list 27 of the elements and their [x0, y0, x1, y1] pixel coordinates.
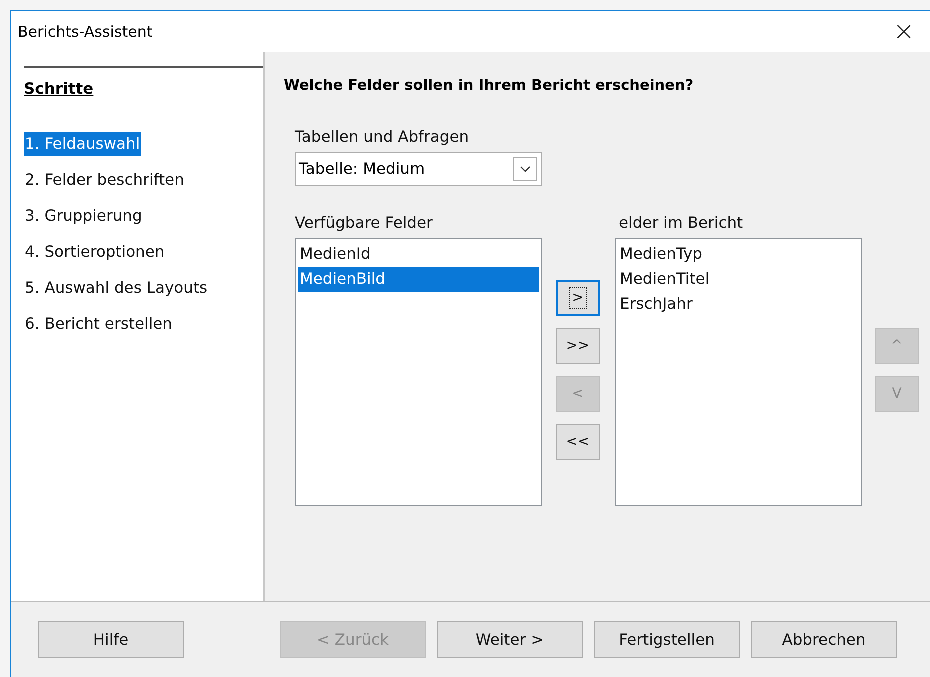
page-heading: Welche Felder sollen in Ihrem Bericht erscheinen?: [284, 78, 694, 94]
list-item[interactable]: MedienTyp: [618, 242, 859, 267]
step-item[interactable]: 4. Sortieroptionen: [24, 240, 166, 264]
field-label: Verfügbare Felder: [295, 214, 434, 232]
table-dropdown[interactable]: Tabelle: Medium: [295, 152, 542, 186]
dialog-button[interactable]: Weiter >: [437, 621, 583, 658]
list-item[interactable]: MedienTitel: [618, 267, 859, 292]
move-button[interactable]: >>: [556, 328, 600, 364]
move-button[interactable]: <<: [556, 424, 600, 460]
move-button[interactable]: >: [556, 280, 600, 316]
step-item[interactable]: 1. Feldauswahl: [24, 132, 142, 156]
dialog-button[interactable]: Abbrechen: [751, 621, 897, 658]
chevron-down-icon: [520, 166, 530, 172]
list-item[interactable]: MedienId: [298, 242, 539, 267]
dialog-button[interactable]: Fertigstellen: [594, 621, 740, 658]
step-item[interactable]: 5. Auswahl des Layouts: [24, 276, 209, 300]
steps-heading: Schritte: [24, 80, 94, 98]
field-label: elder im Bericht: [619, 214, 744, 232]
dialog-button[interactable]: Hilfe: [38, 621, 184, 658]
step-item[interactable]: 2. Felder beschriften: [24, 168, 186, 192]
field-label: Tabellen und Abfragen: [295, 128, 470, 146]
window-title: Berichts-Assistent: [18, 22, 153, 40]
list-item[interactable]: ErschJahr: [618, 292, 859, 317]
step-item[interactable]: 6. Bericht erstellen: [24, 312, 174, 336]
close-button[interactable]: ×: [884, 12, 924, 52]
step-item[interactable]: 3. Gruppierung: [24, 204, 144, 228]
list-item[interactable]: MedienBild: [298, 267, 539, 292]
